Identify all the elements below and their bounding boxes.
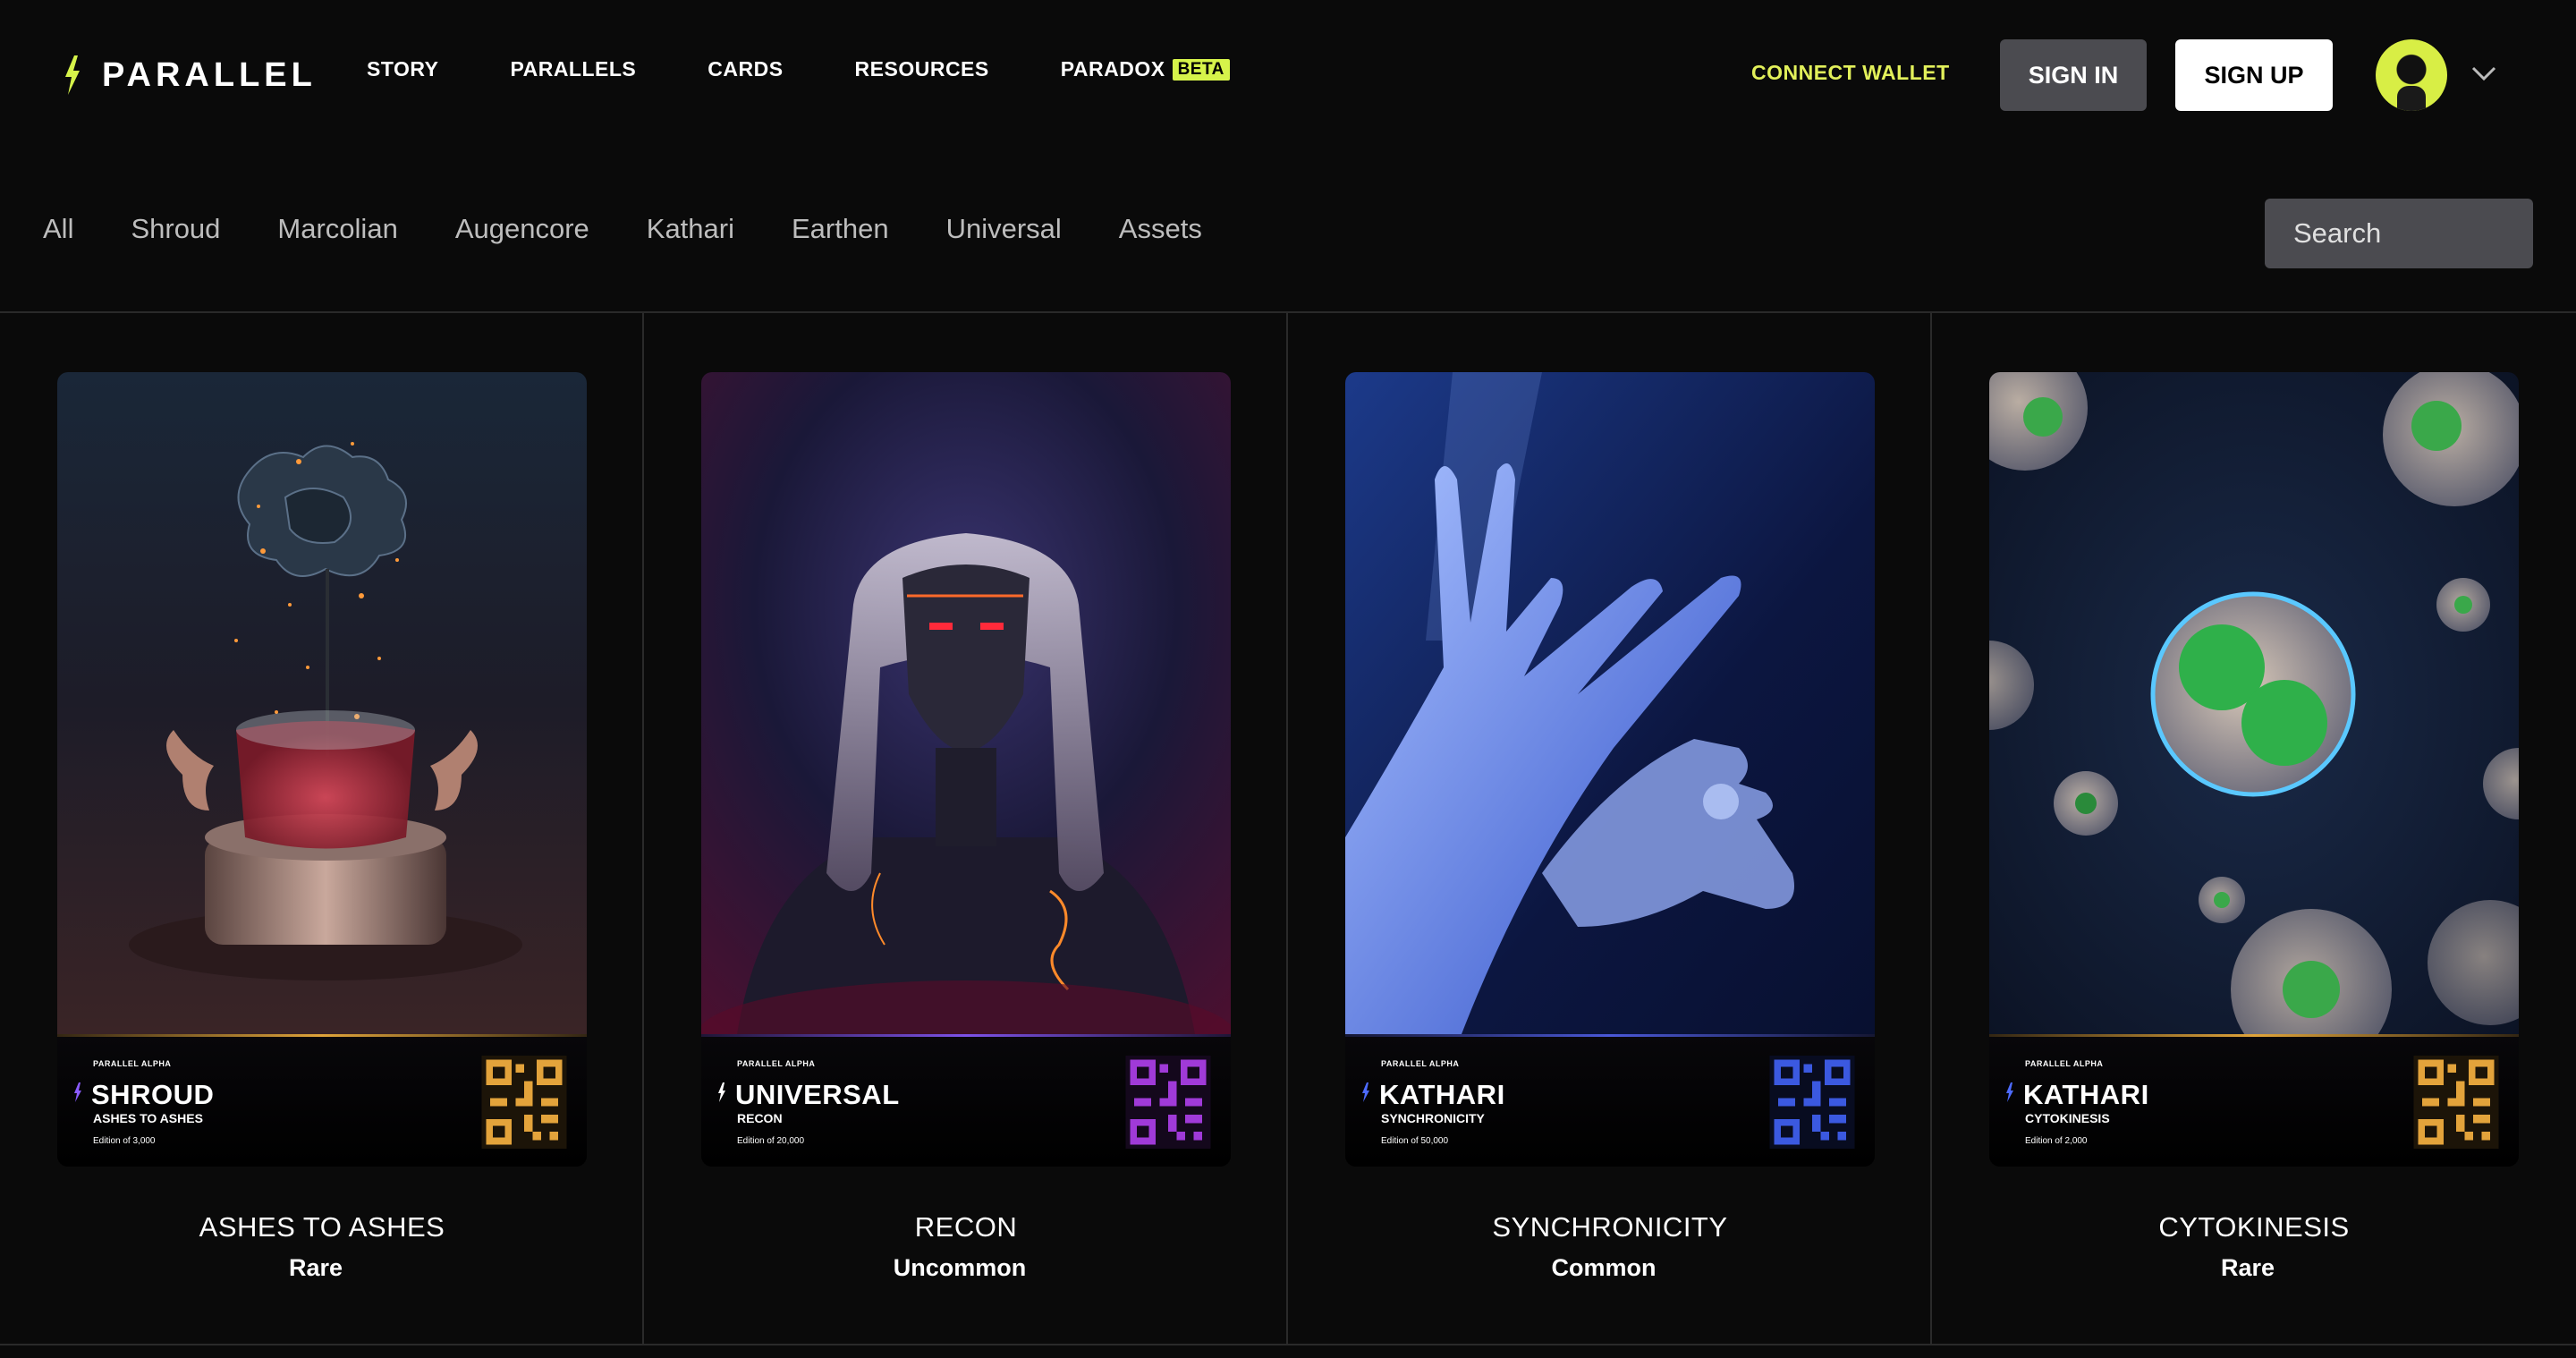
nav-resources[interactable]: RESOURCES — [855, 57, 989, 81]
main-nav: STORY PARALLELS CARDS RESOURCES PARADOX … — [367, 57, 1301, 81]
card-footer-title: CYTOKINESIS — [2025, 1111, 2110, 1125]
card-footer-title: SYNCHRONICITY — [1381, 1111, 1485, 1125]
card-image[interactable]: PARALLEL ALPHA KATHARI CYTOKINESIS Editi… — [1989, 372, 2519, 1167]
card-series-label: PARALLEL ALPHA — [93, 1059, 172, 1068]
card-artwork — [1989, 372, 2519, 1034]
parallel-logo[interactable]: PARALLEL — [63, 54, 317, 97]
card-image[interactable]: PARALLEL ALPHA UNIVERSAL RECON Edition o… — [701, 372, 1231, 1167]
card-artwork — [57, 372, 587, 1034]
qr-code-icon — [1769, 1056, 1855, 1149]
card-edition: Edition of 3,000 — [93, 1136, 156, 1146]
card-parallel-name: UNIVERSAL — [735, 1079, 900, 1110]
filter-marcolian[interactable]: Marcolian — [277, 213, 397, 245]
nav-paradox-label: PARADOX — [1060, 57, 1165, 81]
card-parallel-name: KATHARI — [1379, 1079, 1505, 1110]
card-parallel-name: KATHARI — [2023, 1079, 2149, 1110]
card-title[interactable]: ASHES TO ASHES — [0, 1211, 644, 1243]
rarity-rule — [57, 1034, 587, 1037]
rarity-rule — [1989, 1034, 2519, 1037]
card-grid: PARALLEL ALPHA SHROUD ASHES TO ASHES Edi… — [0, 311, 2576, 1345]
filter-shroud[interactable]: Shroud — [131, 213, 220, 245]
card-series-label: PARALLEL ALPHA — [1381, 1059, 1460, 1068]
search-input[interactable] — [2265, 199, 2533, 268]
faction-bolt-icon — [718, 1082, 725, 1102]
beta-badge: BETA — [1172, 58, 1230, 81]
card-title[interactable]: CYTOKINESIS — [1932, 1211, 2576, 1243]
card-tile[interactable]: PARALLEL ALPHA KATHARI SYNCHRONICITY Edi… — [1288, 313, 1932, 1344]
card-artwork — [701, 372, 1231, 1034]
qr-code-icon — [1125, 1056, 1211, 1149]
sign-in-button[interactable]: SIGN IN — [2000, 39, 2147, 111]
filter-augencore[interactable]: Augencore — [455, 213, 589, 245]
faction-bolt-icon — [1362, 1082, 1369, 1102]
card-title[interactable]: SYNCHRONICITY — [1288, 1211, 1932, 1243]
faction-filter-tabs: All Shroud Marcolian Augencore Kathari E… — [43, 213, 1259, 245]
user-avatar[interactable] — [2376, 39, 2447, 111]
filter-universal[interactable]: Universal — [946, 213, 1062, 245]
connect-wallet-link[interactable]: CONNECT WALLET — [1751, 61, 1950, 85]
card-edition: Edition of 50,000 — [1381, 1136, 1449, 1146]
filter-all[interactable]: All — [43, 213, 73, 245]
card-tile[interactable]: PARALLEL ALPHA KATHARI CYTOKINESIS Editi… — [1932, 313, 2576, 1344]
lightning-bolt-icon — [65, 55, 80, 95]
brand-name: PARALLEL — [102, 55, 317, 94]
nav-cards[interactable]: CARDS — [708, 57, 783, 81]
card-image[interactable]: PARALLEL ALPHA SHROUD ASHES TO ASHES Edi… — [57, 372, 587, 1167]
card-series-label: PARALLEL ALPHA — [737, 1059, 816, 1068]
card-rarity: Rare — [2220, 1254, 2275, 1281]
card-parallel-name: SHROUD — [91, 1079, 215, 1110]
card-series-label: PARALLEL ALPHA — [2025, 1059, 2104, 1068]
rarity-rule — [701, 1034, 1231, 1037]
card-footer-title: ASHES TO ASHES — [93, 1111, 203, 1125]
qr-code-icon — [2413, 1056, 2499, 1149]
faction-bolt-icon — [2006, 1082, 2013, 1102]
rarity-rule — [1345, 1034, 1875, 1037]
chevron-down-icon[interactable] — [2470, 64, 2497, 82]
top-navigation: PARALLEL STORY PARALLELS CARDS RESOURCES… — [0, 0, 2576, 152]
faction-bolt-icon — [74, 1082, 81, 1102]
card-footer-title: RECON — [737, 1111, 783, 1125]
card-rarity: Rare — [288, 1254, 343, 1281]
card-edition: Edition of 20,000 — [737, 1136, 805, 1146]
card-tile[interactable]: PARALLEL ALPHA SHROUD ASHES TO ASHES Edi… — [0, 313, 644, 1344]
filter-assets[interactable]: Assets — [1119, 213, 1202, 245]
nav-story[interactable]: STORY — [367, 57, 438, 81]
card-edition: Edition of 2,000 — [2025, 1136, 2088, 1146]
card-image[interactable]: PARALLEL ALPHA KATHARI SYNCHRONICITY Edi… — [1345, 372, 1875, 1167]
card-artwork — [1345, 372, 1875, 1034]
card-title[interactable]: RECON — [644, 1211, 1288, 1243]
card-rarity: Uncommon — [893, 1254, 1027, 1281]
nav-parallels[interactable]: PARALLELS — [510, 57, 636, 81]
sign-up-button[interactable]: SIGN UP — [2175, 39, 2333, 111]
card-tile[interactable]: PARALLEL ALPHA UNIVERSAL RECON Edition o… — [644, 313, 1288, 1344]
filter-kathari[interactable]: Kathari — [647, 213, 734, 245]
filter-earthen[interactable]: Earthen — [792, 213, 889, 245]
card-rarity: Common — [1551, 1254, 1657, 1281]
qr-code-icon — [481, 1056, 567, 1149]
nav-paradox[interactable]: PARADOX BETA — [1061, 57, 1230, 81]
